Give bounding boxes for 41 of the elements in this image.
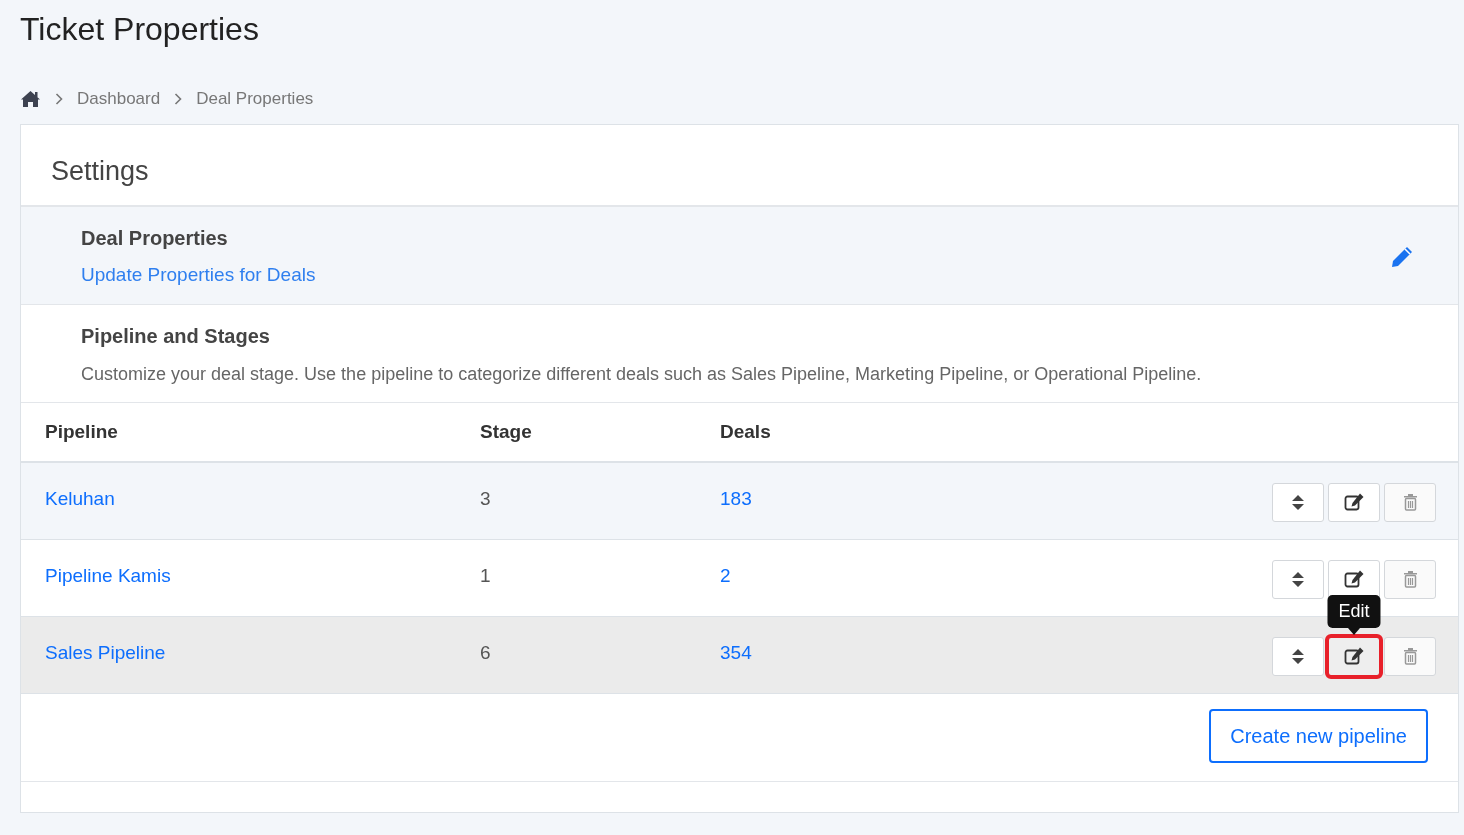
edit-button[interactable] (1328, 636, 1380, 676)
breadcrumb-link[interactable]: Deal Properties (196, 86, 314, 112)
breadcrumb-link[interactable]: Dashboard (77, 86, 161, 112)
column-header: Pipeline (45, 419, 119, 444)
edit-icon (1344, 493, 1364, 512)
sort-arrows-icon (1291, 647, 1305, 665)
tooltip: Edit (1327, 594, 1381, 628)
sort-arrows-icon (1291, 493, 1305, 511)
reorder-button[interactable] (1272, 482, 1324, 522)
section-title: Deal Properties (81, 226, 229, 252)
deals-link[interactable]: 183 (720, 484, 1272, 514)
create-pipeline-button[interactable]: Create new pipeline (1209, 708, 1428, 763)
deals-link[interactable]: 354 (720, 638, 1272, 668)
table-cell-text: 1 (480, 563, 492, 588)
home-icon[interactable] (20, 90, 41, 109)
edit-button[interactable] (1328, 559, 1380, 599)
edit-icon (1344, 570, 1364, 589)
trash-icon (1402, 647, 1418, 666)
pipeline-link[interactable]: Keluhan (45, 484, 480, 514)
section-description: Customize your deal stage. Use the pipeline to categorize different deals such as Sales Pipeline, Marketing Pipeline, or Operational Pipeline. (81, 362, 1203, 386)
edit-icon (1344, 647, 1364, 666)
pipeline-link[interactable]: Sales Pipeline (45, 638, 480, 668)
edit-button[interactable] (1328, 482, 1380, 522)
tooltip-arrow (1348, 627, 1360, 635)
trash-icon (1402, 493, 1418, 512)
table-cell-text: 3 (480, 486, 492, 511)
column-header: Deals (720, 419, 772, 444)
pipeline-link[interactable]: Pipeline Kamis (45, 561, 480, 591)
reorder-button[interactable] (1272, 559, 1324, 599)
chevron-icon (174, 93, 183, 106)
properties-link[interactable]: Update Properties for Deals (81, 264, 316, 286)
page-title: Ticket Properties (20, 10, 260, 49)
pencil-icon[interactable] (1390, 244, 1414, 269)
chevron-icon (55, 93, 63, 106)
deals-link[interactable]: 2 (720, 561, 1272, 591)
section-title: Pipeline and Stages (81, 323, 271, 349)
sort-arrows-icon (1291, 570, 1305, 588)
trash-icon (1402, 570, 1418, 589)
table-cell-text: 6 (480, 640, 492, 665)
reorder-button[interactable] (1272, 636, 1324, 676)
column-header: Stage (480, 419, 533, 444)
